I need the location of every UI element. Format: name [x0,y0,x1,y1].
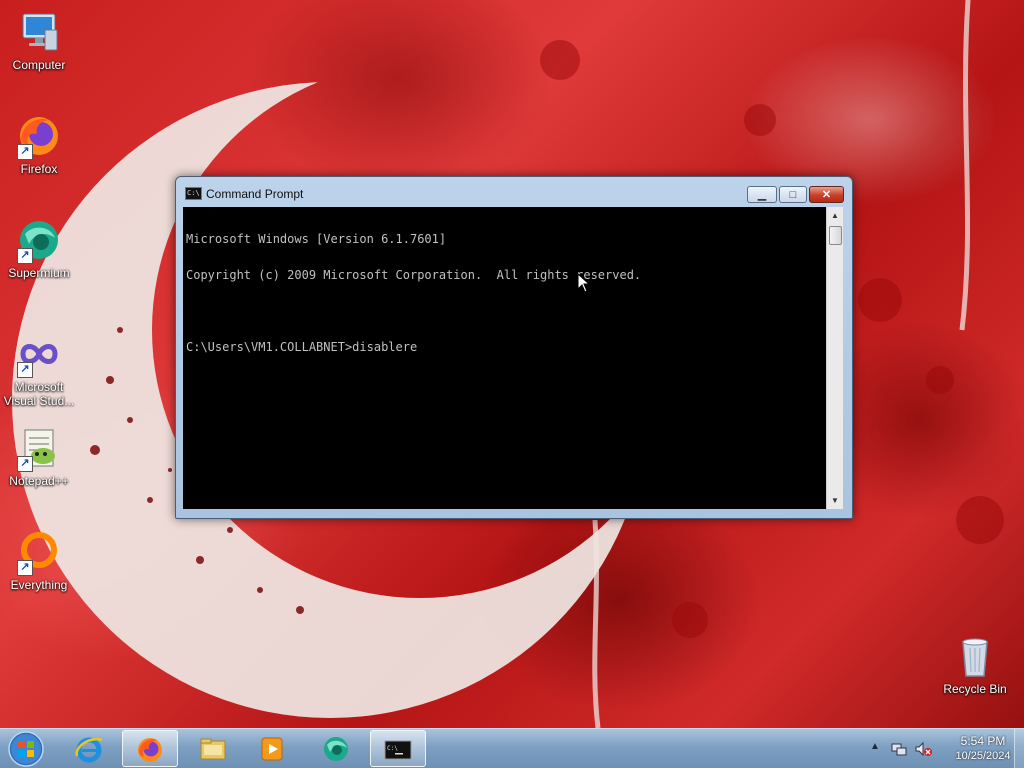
desktop-icon-label: Supermium [8,266,70,280]
firefox-icon [138,738,162,762]
internet-explorer-icon [75,737,103,763]
close-button[interactable]: ✕ [809,186,844,203]
folder-icon [200,738,226,760]
desktop-icon-recycle-bin[interactable]: Recycle Bin [937,632,1013,696]
desktop-icon-label-line2: Visual Stud... [3,394,75,408]
console-output[interactable]: Microsoft Windows [Version 6.1.7601] Cop… [183,207,826,509]
volume-muted-icon[interactable] [915,741,933,757]
console-line: Copyright (c) 2009 Microsoft Corporation… [186,268,642,282]
computer-icon [22,13,58,51]
desktop-icon-firefox[interactable]: ↗ Firefox [1,112,77,176]
taskbar-command-prompt[interactable]: C:\ [370,730,426,767]
shortcut-arrow-icon: ↗ [17,456,33,472]
window-titlebar[interactable]: C:\ Command Prompt ▁ □ ✕ [176,177,852,207]
shortcut-arrow-icon: ↗ [17,248,33,264]
taskbar-internet-explorer[interactable] [62,730,118,767]
taskbar-firefox[interactable] [122,730,178,767]
desktop: Computer ↗ Firefox ↗ Supermium ↗ Microso… [0,0,1024,768]
desktop-icon-label: Computer [12,58,66,72]
desktop-icon-computer[interactable]: Computer [1,8,77,72]
start-button[interactable] [4,730,48,768]
desktop-icon-everything[interactable]: ↗ Everything [1,528,77,592]
scroll-down-arrow-icon[interactable]: ▼ [827,492,843,509]
desktop-icon-label-line1: Microsoft [14,380,64,394]
vertical-scrollbar[interactable]: ▲ ▼ [826,207,843,509]
shortcut-arrow-icon: ↗ [17,144,33,160]
mouse-pointer-icon [577,273,591,293]
desktop-icon-label: Firefox [20,162,58,176]
show-desktop-button[interactable] [1014,729,1024,768]
console-line: Microsoft Windows [Version 6.1.7601] [186,232,447,246]
console-prompt-line[interactable]: C:\Users\VM1.COLLABNET>disablere [186,341,826,353]
desktop-icon-label: Recycle Bin [943,682,1007,696]
minimize-button[interactable]: ▁ [747,186,777,203]
network-icon[interactable] [891,741,907,757]
recycle-bin-icon [962,638,988,677]
desktop-icon-label: Everything [10,578,68,592]
desktop-icon-notepadpp[interactable]: ↗ Notepad++ [1,424,77,488]
desktop-icon-supermium[interactable]: ↗ Supermium [1,216,77,280]
command-prompt-icon: C:\ [384,740,412,760]
window-title: Command Prompt [206,187,304,201]
maximize-button[interactable]: □ [779,186,807,203]
taskbar-media-player[interactable] [245,730,301,767]
scroll-up-arrow-icon[interactable]: ▲ [827,207,843,224]
system-tray: ▲ 5:54 PM 10/25/2024 [866,729,1024,768]
scrollbar-thumb[interactable] [829,226,842,245]
command-prompt-icon[interactable]: C:\ [185,187,202,200]
windows-logo-icon [8,731,44,767]
show-hidden-icons-chevron-icon[interactable]: ▲ [870,741,880,752]
taskbar-file-explorer[interactable] [186,730,242,767]
command-prompt-window[interactable]: C:\ Command Prompt ▁ □ ✕ Microsoft Windo… [175,176,853,519]
clock-date[interactable]: 10/25/2024 [944,750,1022,762]
clock-time[interactable]: 5:54 PM [944,734,1022,748]
svg-text:C:\: C:\ [387,745,398,752]
taskbar-supermium[interactable] [309,730,365,767]
taskbar: C:\ ▲ 5:54 PM 10/25/2024 [0,728,1024,768]
shortcut-arrow-icon: ↗ [17,560,33,576]
desktop-icon-visual-studio[interactable]: ↗ Microsoft Visual Stud... [1,330,77,408]
supermium-icon [324,737,348,761]
shortcut-arrow-icon: ↗ [17,362,33,378]
media-player-icon [261,737,283,761]
desktop-icon-label: Notepad++ [9,474,69,488]
